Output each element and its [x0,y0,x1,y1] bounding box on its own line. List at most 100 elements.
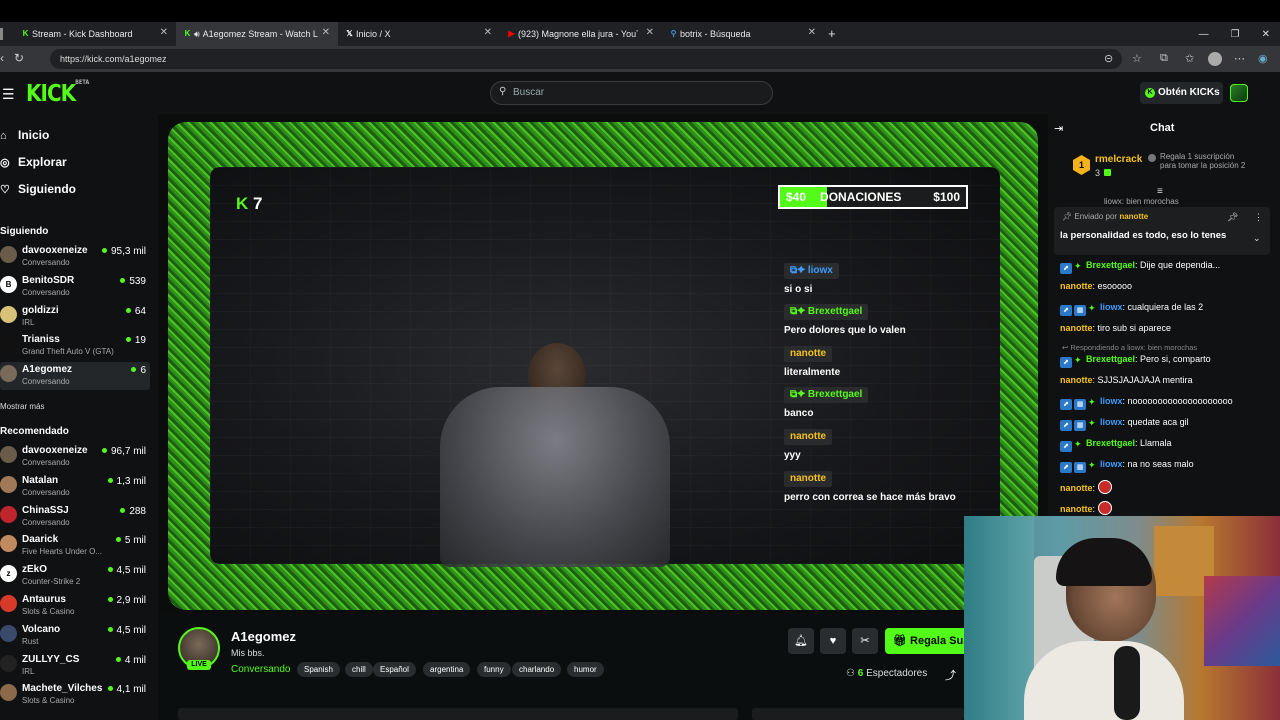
stream-category[interactable]: Conversando [231,664,290,675]
browser-tab[interactable]: K Stream - Kick Dashboard ✕ [14,22,176,46]
youtube-icon: ▶ [508,29,515,38]
channel-name: ChinaSSJ [22,504,69,516]
channel-item[interactable]: Antaurus Slots & Casino 2,9 mil [0,592,150,620]
clip-icon: ✂ [860,635,870,647]
close-tab-icon[interactable]: ✕ [646,27,654,38]
maximize-icon[interactable]: ❐ [1231,29,1240,40]
chat-message: ⬈ ▦ ✦ liowx: noooooooooooooooooooo [1060,396,1233,410]
follow-button[interactable]: ♥ [820,628,846,654]
stream-tag[interactable]: funny [477,662,511,677]
profile-icon[interactable] [1208,52,1222,66]
collapse-chat-icon[interactable]: ⇥ [1054,122,1063,135]
chat-message: ⬈ ▦ ✦ liowx: quedate aca gil [1060,417,1189,431]
chat-username[interactable]: nanotte [1060,281,1093,291]
channel-item[interactable]: z zEkO Counter-Strike 2 4,5 mil [0,562,150,590]
show-more-link[interactable]: Mostrar más [0,402,44,411]
browser-tab[interactable]: ▶ (923) Magnone ella jura - YouTub ✕ [500,22,662,46]
channel-item[interactable]: A1egomez Conversando 6 [0,362,150,391]
channel-item[interactable]: ZULLYY_CS IRL 4 mil [0,652,150,680]
nav-inicio[interactable]: ⌂ Inicio [0,128,49,142]
channel-item[interactable]: davooxeneize Conversando 95,3 mil [0,243,150,271]
tab-bar: K Stream - Kick Dashboard ✕ K 🔊︎ A1egomez St… [0,22,1280,46]
channel-item[interactable]: B BenitoSDR Conversando 539 [0,273,150,301]
chat-username[interactable]: nanotte [1060,483,1093,493]
search-placeholder: Buscar [513,87,545,98]
browser-tab[interactable]: K 🔊︎ A1egomez Stream - Watch L ✕ [176,22,338,46]
user-avatar[interactable] [1230,84,1248,102]
url-field[interactable]: https://kick.com/a1egomez [50,49,1122,69]
chat-username[interactable]: nanotte [1060,375,1093,385]
new-tab-button[interactable]: + [828,26,836,41]
nav-siguiendo[interactable]: ♡ Siguiendo [0,182,76,196]
chevron-down-icon[interactable]: ⌄ [1253,233,1261,244]
browser-tab[interactable]: 𝕏 Inicio / X ✕ [338,22,500,46]
channel-item[interactable]: Daarick Five Hearts Under O... 5 mil [0,532,150,560]
chat-username[interactable]: liowx [1100,417,1123,427]
unpin-icon[interactable]: 📌︎ [1227,212,1238,223]
stream-tag[interactable]: charlando [512,662,562,677]
streamer-name[interactable]: A1egomez [231,629,296,644]
stream-tag[interactable]: humor [567,662,604,677]
share-icon[interactable]: ⤴ [945,667,956,683]
notification-bell-button[interactable]: 🔔︎ [788,628,814,654]
reload-icon[interactable]: ↻ [14,51,24,65]
favorite-star-icon[interactable]: ☆ [1132,52,1142,65]
reader-icon[interactable]: ⊝ [1104,52,1113,65]
clip-button[interactable]: ✂ [852,628,878,654]
chat-message-partial: liowx: bien morochas [1104,197,1179,206]
chat-text: na no seas malo [1127,459,1194,469]
x-icon: 𝕏 [346,29,353,38]
chat-username[interactable]: nanotte [1060,323,1093,333]
stream-tag[interactable]: argentina [423,662,471,677]
minimize-icon[interactable]: — [1199,29,1209,40]
leaderboard-user[interactable]: rmelcrack [1095,154,1142,165]
channel-avatar [0,446,17,463]
more-icon[interactable]: ⋯ [1234,52,1245,65]
chat-username[interactable]: Brexettgael [1086,438,1135,448]
back-icon[interactable]: ‹ [0,51,4,65]
chat-username[interactable]: liowx [1100,302,1123,312]
chat-username[interactable]: nanotte [1060,504,1093,514]
chat-username[interactable]: Brexettgael [1086,260,1135,270]
channel-item[interactable]: goldizzi IRL 64 [0,303,150,331]
channel-item[interactable]: ChinaSSJ Conversando 288 [0,503,150,531]
close-tab-icon[interactable]: ✕ [484,27,492,38]
chat-text: Pero si, comparto [1140,354,1211,364]
get-kicks-button[interactable]: K Obtén KICKs [1140,82,1223,104]
channel-item[interactable]: Volcano Rust 4,5 mil [0,622,150,650]
overlay-chat-text: Pero dolores que lo valen [784,325,906,336]
stream-tag[interactable]: Spanish [297,662,340,677]
search-input[interactable]: ⚲ Buscar [490,81,773,105]
overlay-chat-user: nanotte [784,429,833,445]
badge-icon: ⧉✦ [790,306,808,317]
chat-username[interactable]: liowx [1100,396,1123,406]
copilot-icon[interactable]: ◉ [1258,52,1268,65]
pinned-menu-icon[interactable]: ⋮ [1254,212,1263,223]
channel-item[interactable]: Natalan Conversando 1,3 mil [0,473,150,501]
channel-item[interactable]: Trianiss Grand Theft Auto V (GTA) 19 [0,332,150,360]
menu-icon[interactable]: ☰ [2,86,15,103]
close-tab-icon[interactable]: ✕ [160,27,168,38]
channel-item[interactable]: davooxeneize Conversando 96,7 mil [0,443,150,471]
leaderboard-gift-prompt[interactable]: Regala 1 suscripción para tomar la posic… [1148,152,1250,170]
gift-sub-button[interactable]: 🎁︎ Regala Sus [885,628,965,654]
channel-name: zEkO [22,564,48,576]
channel-item[interactable]: Machete_Vilches Slots & Casino 4,1 mil [0,681,150,709]
stream-tag[interactable]: chill [345,662,373,677]
channel-viewers: 288 [120,506,146,517]
nav-explorar[interactable]: ◎ Explorar [0,155,67,169]
speaker-icon[interactable]: 🔊︎ [194,29,200,40]
scroll-indicator-icon[interactable]: ≡ [1157,186,1163,197]
chat-username[interactable]: liowx [1100,459,1123,469]
browser-tab[interactable]: ⚲ botrix - Búsqueda ✕ [662,22,824,46]
kick-logo[interactable]: KICKBETA [26,79,89,107]
window-top-strip [0,0,1280,22]
channel-name: davooxeneize [22,245,88,256]
close-window-icon[interactable]: ✕ [1262,29,1270,40]
close-tab-icon[interactable]: ✕ [322,27,330,38]
close-tab-icon[interactable]: ✕ [808,27,816,38]
collections-icon[interactable]: ✩ [1185,52,1194,65]
chat-username[interactable]: Brexettgael [1086,354,1135,364]
stream-tag[interactable]: Español [373,662,416,677]
split-screen-icon[interactable]: ⧉ [1160,52,1168,65]
